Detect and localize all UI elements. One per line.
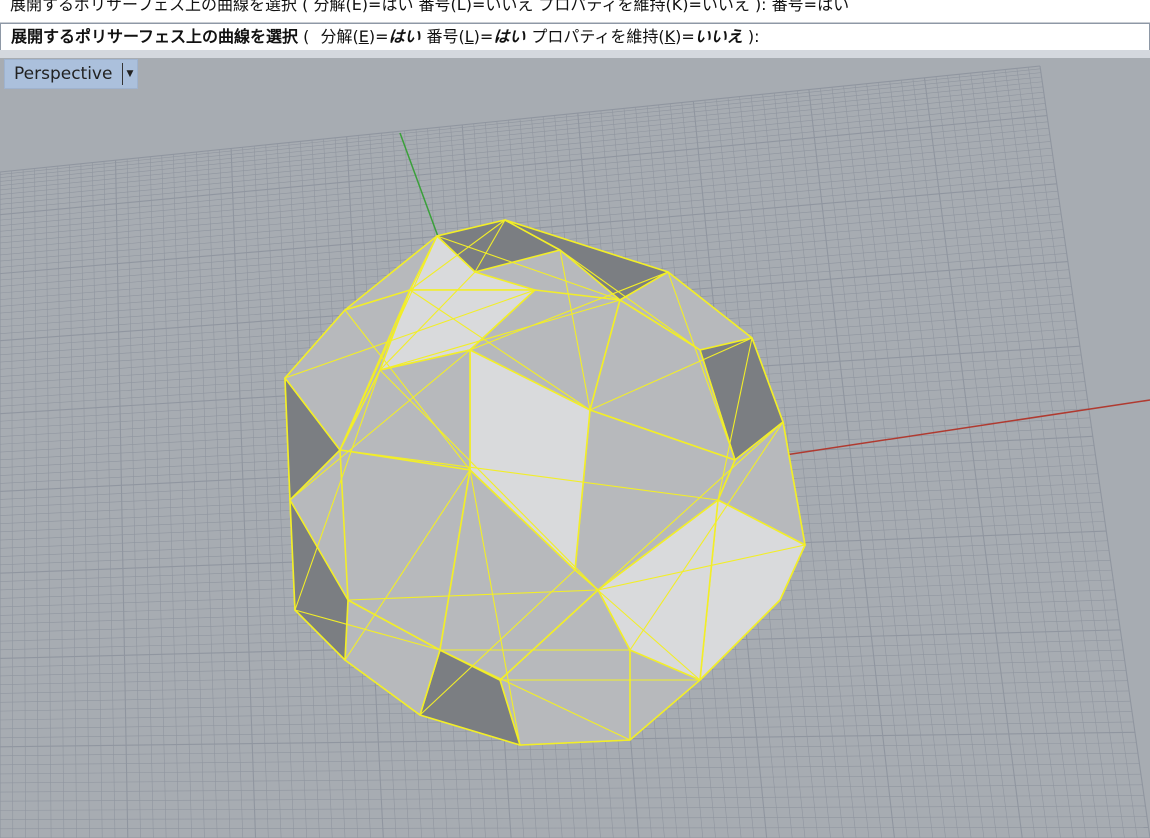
option-label-value: はい [493, 27, 526, 46]
command-close-paren: ): [742, 27, 760, 46]
option-label-eq: )= [473, 27, 494, 46]
option-explode-eq: )= [368, 27, 389, 46]
viewport-title-tab[interactable]: Perspective ▼ [4, 59, 139, 89]
viewport-title-divider [122, 63, 124, 85]
command-open-paren: ( [298, 27, 315, 46]
command-name: 展開するポリサーフェス上の曲線を選択 [11, 27, 299, 46]
option-explode[interactable]: 分解(E)=はい [320, 27, 420, 46]
option-keep-properties-key: K [664, 27, 676, 46]
chevron-down-icon[interactable]: ▼ [126, 69, 133, 79]
option-explode-key: E [358, 27, 369, 46]
viewport-separator [0, 50, 1150, 58]
command-history-line: 展開するポリサーフェス上の曲線を選択 ( 分解(E)=はい 番号(L)=いいえ … [10, 0, 850, 14]
command-history: 展開するポリサーフェス上の曲線を選択 ( 分解(E)=はい 番号(L)=いいえ … [0, 0, 1150, 23]
option-label-key: L [464, 27, 474, 46]
option-explode-value: はい [388, 27, 421, 46]
perspective-viewport[interactable] [0, 58, 1150, 838]
option-keep-properties-eq: )= [675, 27, 695, 46]
option-keep-properties-value: いいえ [694, 27, 743, 46]
command-prompt-content: 展開するポリサーフェス上の曲線を選択 ( 分解(E)=はい 番号(L)=はい プロパ… [11, 24, 760, 50]
option-keep-properties-label: プロパティを維持( [531, 27, 665, 46]
viewport-title: Perspective [14, 64, 113, 84]
command-prompt[interactable]: 展開するポリサーフェス上の曲線を選択 ( 分解(E)=はい 番号(L)=はい プロパ… [0, 23, 1150, 51]
option-label[interactable]: 番号(L)=はい [427, 27, 526, 46]
grid-line [0, 752, 1138, 766]
option-keep-properties[interactable]: プロパティを維持(K)=いいえ [531, 27, 742, 46]
option-label-label: 番号( [426, 27, 465, 46]
polysurface-object[interactable] [284, 219, 806, 746]
viewport-canvas[interactable] [0, 58, 1150, 838]
option-explode-label: 分解( [320, 27, 359, 46]
